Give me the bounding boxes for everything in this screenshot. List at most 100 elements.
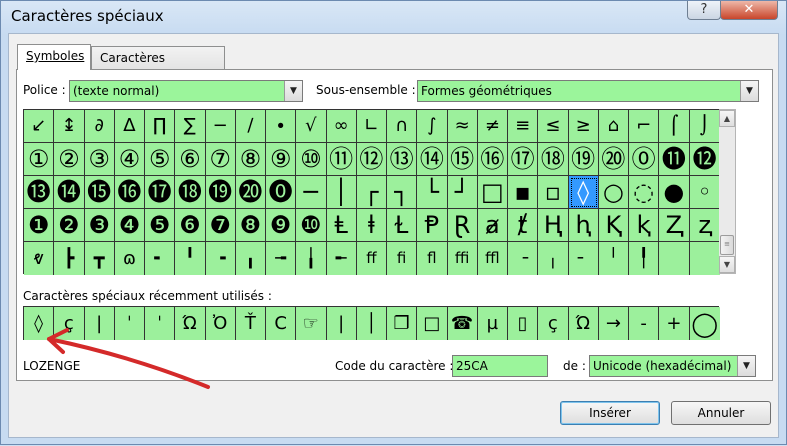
symbol-cell[interactable]: ╿: [629, 242, 660, 275]
symbol-cell[interactable]: ⌡: [689, 110, 720, 143]
symbol-grid[interactable]: ↙ ↨ ∂ ∆ ∏ ∑ − ∕ ∙ √ ∞ ∟ ∩ ∫ ≈ ≠ ≡ ≤ ≥ ⌂ ⌐ ⌠ ⌡ ① ② ③ ④ ⑤ ⑥ ⑦ ⑧ ⑨ ⑩ ⑪ ⑫ ⑬ ⑭ ⑮ ⑯ ⑰…: [23, 109, 720, 275]
symbol-cell[interactable]: ○: [598, 176, 629, 209]
symbol-cell[interactable]: ❸: [84, 209, 115, 242]
symbol-cell[interactable]: ⌐: [629, 110, 660, 143]
encoding-select[interactable]: Unicode (hexadécimal) ▼: [589, 355, 756, 377]
symbol-cell[interactable]: ┳: [84, 242, 115, 275]
symbol-cell[interactable]: ◊: [568, 176, 599, 209]
symbol-cell[interactable]: ⱪ: [629, 209, 660, 242]
symbol-cell[interactable]: ╼: [266, 242, 297, 275]
symbol-cell[interactable]: ⱴ: [24, 242, 55, 275]
symbol-cell[interactable]: ⓮: [54, 176, 85, 209]
recent-char-cell[interactable]: Ώ: [175, 307, 206, 340]
symbol-cell[interactable]: ●: [659, 176, 690, 209]
symbol-cell[interactable]: ⓯: [84, 176, 115, 209]
symbol-cell[interactable]: Ⱬ: [659, 209, 690, 242]
symbol-cell[interactable]: ∆: [114, 110, 145, 143]
symbol-cell[interactable]: ∫: [417, 110, 448, 143]
symbol-cell[interactable]: Ɽ: [447, 209, 478, 242]
symbol-cell[interactable]: ⑱: [538, 143, 569, 176]
recent-char-cell[interactable]: ◊: [24, 307, 55, 340]
symbol-cell[interactable]: ❾: [266, 209, 297, 242]
symbol-cell[interactable]: ∕: [235, 110, 266, 143]
symbol-cell[interactable]: ③: [84, 143, 115, 176]
recent-char-cell[interactable]: ❐: [387, 307, 418, 340]
symbol-cell[interactable]: ∩: [387, 110, 418, 143]
symbol-cell[interactable]: ╺: [205, 242, 236, 275]
symbol-cell[interactable]: [659, 242, 690, 275]
recent-char-cell[interactable]: │: [356, 307, 387, 340]
symbol-cell[interactable]: └: [417, 176, 448, 209]
symbol-cell[interactable]: [689, 242, 720, 275]
symbol-cell[interactable]: ┘: [447, 176, 478, 209]
symbol-cell[interactable]: ❻: [175, 209, 206, 242]
symbol-cell[interactable]: ⱦ: [508, 209, 539, 242]
symbol-cell[interactable]: ┐: [387, 176, 418, 209]
symbol-cell[interactable]: ⱡ: [356, 209, 387, 242]
symbol-cell[interactable]: ≈: [447, 110, 478, 143]
recent-char-cell[interactable]: -: [629, 307, 660, 340]
symbol-cell[interactable]: ≤: [538, 110, 569, 143]
symbol-cell[interactable]: Ⱡ: [326, 209, 357, 242]
recent-char-cell[interactable]: □: [417, 307, 448, 340]
symbol-cell[interactable]: ┌: [356, 176, 387, 209]
symbol-cell[interactable]: ⌂: [598, 110, 629, 143]
recent-char-cell[interactable]: ç: [538, 307, 569, 340]
insert-button[interactable]: Insérer: [560, 401, 660, 425]
symbol-cell[interactable]: Ⱪ: [598, 209, 629, 242]
symbol-cell[interactable]: ⱨ: [568, 209, 599, 242]
symbol-cell[interactable]: ╻: [235, 242, 266, 275]
recent-char-cell[interactable]: ˈ: [145, 307, 176, 340]
symbol-cell[interactable]: ⑪: [326, 143, 357, 176]
symbol-cell[interactable]: fi: [387, 242, 418, 275]
recent-char-cell[interactable]: Ὀ: [205, 307, 236, 340]
recent-char-cell[interactable]: µ: [477, 307, 508, 340]
symbol-cell[interactable]: ∞: [326, 110, 357, 143]
symbol-cell[interactable]: ①: [24, 143, 55, 176]
symbol-cell[interactable]: ⓲: [175, 176, 206, 209]
symbol-cell[interactable]: ╵: [598, 242, 629, 275]
symbol-cell[interactable]: ⑥: [175, 143, 206, 176]
symbol-cell[interactable]: ❼: [205, 209, 236, 242]
symbol-cell[interactable]: Ⱨ: [538, 209, 569, 242]
char-code-input[interactable]: 25CA: [452, 355, 548, 377]
symbol-cell[interactable]: ╾: [326, 242, 357, 275]
symbol-cell[interactable]: ◌: [629, 176, 660, 209]
symbol-cell[interactable]: ∟: [356, 110, 387, 143]
symbol-cell[interactable]: ⓭: [24, 176, 55, 209]
symbol-cell[interactable]: ⑤: [145, 143, 176, 176]
recent-char-cell[interactable]: ˈ: [114, 307, 145, 340]
symbol-cell[interactable]: ⑩: [296, 143, 327, 176]
symbol-cell[interactable]: ⑨: [266, 143, 297, 176]
symbol-cell[interactable]: ❹: [114, 209, 145, 242]
symbol-cell[interactable]: ∏: [145, 110, 176, 143]
symbol-cell[interactable]: ⓿: [266, 176, 297, 209]
symbol-cell[interactable]: ⑦: [205, 143, 236, 176]
symbol-cell[interactable]: ffl: [477, 242, 508, 275]
symbol-cell[interactable]: ⱥ: [477, 209, 508, 242]
symbol-cell[interactable]: ff: [356, 242, 387, 275]
chevron-down-icon[interactable]: ▼: [284, 81, 302, 101]
symbol-cell[interactable]: ❿: [296, 209, 327, 242]
symbol-cell[interactable]: ╸: [145, 242, 176, 275]
symbol-cell[interactable]: ⑰: [508, 143, 539, 176]
symbol-cell[interactable]: fl: [417, 242, 448, 275]
symbol-cell[interactable]: ∙: [266, 110, 297, 143]
recent-char-cell[interactable]: |: [84, 307, 115, 340]
symbol-cell[interactable]: ┣: [54, 242, 85, 275]
recent-char-cell[interactable]: C: [266, 307, 297, 340]
recent-char-cell[interactable]: ◯: [689, 307, 720, 340]
symbol-cell[interactable]: ⓰: [114, 176, 145, 209]
recent-char-cell[interactable]: ☞: [296, 307, 327, 340]
symbol-cell[interactable]: ╹: [175, 242, 206, 275]
recent-char-cell[interactable]: ç: [54, 307, 85, 340]
symbol-cell[interactable]: ⓴: [235, 176, 266, 209]
symbol-cell[interactable]: ⌠: [659, 110, 690, 143]
symbol-cell[interactable]: ╽: [296, 242, 327, 275]
recent-char-cell[interactable]: ▯: [508, 307, 539, 340]
symbol-grid-scrollbar[interactable]: ▲ ≡ ▼: [719, 109, 736, 274]
chevron-down-icon[interactable]: ▼: [740, 81, 758, 101]
symbol-cell[interactable]: │: [326, 176, 357, 209]
symbol-cell[interactable]: ❺: [145, 209, 176, 242]
symbol-cell[interactable]: ⑭: [417, 143, 448, 176]
